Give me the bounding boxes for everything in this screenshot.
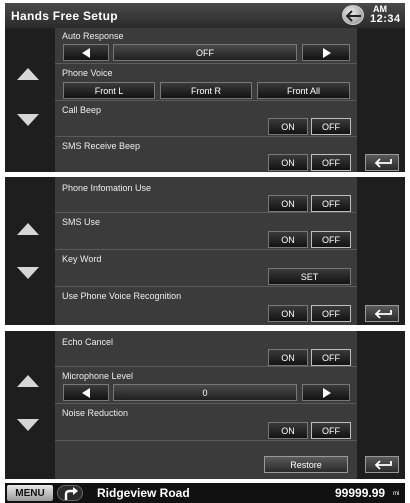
- return-button[interactable]: [365, 154, 399, 171]
- phone-voice-front-l-button[interactable]: Front L: [63, 82, 155, 99]
- echo-cancel-row: Echo Cancel ON OFF: [55, 331, 357, 367]
- sms-use-off-button[interactable]: OFF: [311, 231, 351, 248]
- left-arrow-icon: [82, 48, 90, 58]
- settings-panel-3: Echo Cancel ON OFF Microphone Level 0 No…: [5, 331, 405, 479]
- phone-voice-row: Phone Voice Front L Front R Front All: [55, 65, 357, 101]
- phone-info-use-row: Phone Infomation Use ON OFF: [55, 177, 357, 213]
- phone-voice-front-all-button[interactable]: Front All: [257, 82, 350, 99]
- microphone-level-decrease-button[interactable]: [63, 384, 109, 401]
- key-word-set-button[interactable]: SET: [268, 268, 351, 285]
- distance-unit: mi: [393, 491, 400, 497]
- scroll-up-icon[interactable]: [17, 223, 39, 235]
- noise-reduction-label: Noise Reduction: [62, 408, 129, 418]
- voice-recognition-on-button[interactable]: ON: [268, 305, 308, 322]
- settings-panel-2: Phone Infomation Use ON OFF SMS Use ON O…: [5, 177, 405, 325]
- sms-use-label: SMS Use: [62, 217, 101, 227]
- right-arrow-icon: [323, 48, 331, 58]
- return-arrow-icon: [374, 309, 392, 319]
- return-button[interactable]: [365, 305, 399, 322]
- header-bar: Hands Free Setup AM 12:34: [5, 3, 405, 28]
- right-arrow-icon: [323, 388, 331, 398]
- sms-receive-beep-row: SMS Receive Beep ON OFF: [55, 138, 357, 172]
- auto-response-next-button[interactable]: [302, 44, 350, 61]
- microphone-level-label: Microphone Level: [62, 371, 134, 381]
- key-word-label: Key Word: [62, 254, 102, 264]
- auto-response-row: Auto Response OFF: [55, 28, 357, 64]
- restore-button[interactable]: Restore: [264, 456, 348, 473]
- call-beep-label: Call Beep: [62, 105, 102, 115]
- right-strip: [357, 177, 405, 325]
- call-beep-off-button[interactable]: OFF: [311, 118, 351, 135]
- phone-info-use-off-button[interactable]: OFF: [311, 195, 351, 212]
- scroll-down-icon[interactable]: [17, 114, 39, 126]
- echo-cancel-on-button[interactable]: ON: [268, 349, 308, 366]
- auto-response-value: OFF: [113, 44, 297, 61]
- scroll-strip: [5, 177, 55, 325]
- microphone-level-row: Microphone Level 0: [55, 368, 357, 404]
- page-title: Hands Free Setup: [11, 9, 118, 23]
- call-beep-on-button[interactable]: ON: [268, 118, 308, 135]
- sms-receive-beep-on-button[interactable]: ON: [268, 154, 308, 171]
- settings-list: Phone Infomation Use ON OFF SMS Use ON O…: [55, 177, 357, 325]
- sms-receive-beep-label: SMS Receive Beep: [62, 141, 141, 151]
- scroll-down-icon[interactable]: [17, 419, 39, 431]
- noise-reduction-row: Noise Reduction ON OFF: [55, 405, 357, 441]
- phone-voice-label: Phone Voice: [62, 68, 113, 78]
- back-arrow-icon: [346, 10, 361, 22]
- auto-response-label: Auto Response: [62, 31, 124, 41]
- settings-panel-1: Hands Free Setup AM 12:34 Auto Response …: [5, 3, 405, 172]
- right-strip: [357, 331, 405, 479]
- turn-direction: [57, 485, 83, 501]
- microphone-level-increase-button[interactable]: [302, 384, 350, 401]
- echo-cancel-off-button[interactable]: OFF: [311, 349, 351, 366]
- road-name: Ridgeview Road: [97, 486, 190, 500]
- clock-time: 12:34: [370, 13, 401, 25]
- scroll-strip: [5, 28, 55, 172]
- key-word-row: Key Word SET: [55, 251, 357, 287]
- scroll-down-icon[interactable]: [17, 267, 39, 279]
- sms-use-on-button[interactable]: ON: [268, 231, 308, 248]
- voice-recognition-off-button[interactable]: OFF: [311, 305, 351, 322]
- phone-info-use-label: Phone Infomation Use: [62, 183, 152, 193]
- call-beep-row: Call Beep ON OFF: [55, 102, 357, 137]
- microphone-level-value: 0: [113, 384, 297, 401]
- right-strip: [357, 28, 405, 172]
- return-arrow-icon: [374, 460, 392, 470]
- voice-recognition-row: Use Phone Voice Recognition ON OFF: [55, 288, 357, 325]
- scroll-strip: [5, 331, 55, 479]
- phone-voice-front-r-button[interactable]: Front R: [160, 82, 252, 99]
- turn-right-icon: [64, 487, 78, 500]
- settings-list: Auto Response OFF Phone Voice Front L Fr…: [55, 28, 357, 172]
- voice-recognition-label: Use Phone Voice Recognition: [62, 291, 182, 301]
- menu-button[interactable]: MENU: [7, 485, 53, 501]
- noise-reduction-off-button[interactable]: OFF: [311, 422, 351, 439]
- phone-info-use-on-button[interactable]: ON: [268, 195, 308, 212]
- return-button[interactable]: [365, 456, 399, 473]
- distance-value: 99999.99: [335, 486, 386, 500]
- auto-response-prev-button[interactable]: [63, 44, 109, 61]
- return-arrow-icon: [374, 158, 392, 168]
- navigation-status-bar: MENU Ridgeview Road 99999.99 mi: [5, 483, 405, 503]
- back-button[interactable]: [342, 5, 364, 25]
- echo-cancel-label: Echo Cancel: [62, 337, 114, 347]
- sms-receive-beep-off-button[interactable]: OFF: [311, 154, 351, 171]
- scroll-up-icon[interactable]: [17, 375, 39, 387]
- sms-use-row: SMS Use ON OFF: [55, 214, 357, 250]
- scroll-up-icon[interactable]: [17, 68, 39, 80]
- left-arrow-icon: [82, 388, 90, 398]
- noise-reduction-on-button[interactable]: ON: [268, 422, 308, 439]
